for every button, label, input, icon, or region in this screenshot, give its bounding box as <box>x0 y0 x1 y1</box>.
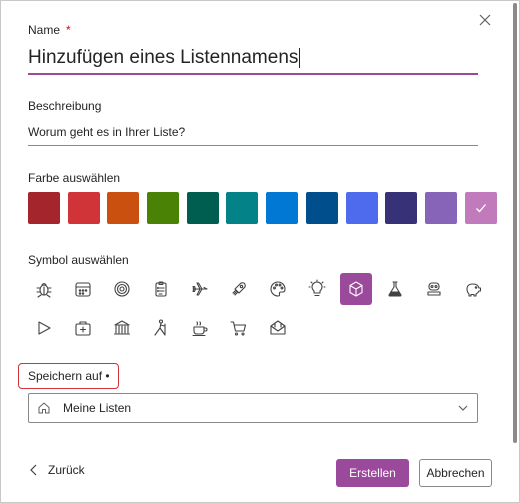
color-swatch-red[interactable] <box>67 192 100 224</box>
back-label: Zurück <box>48 463 85 477</box>
coffee-icon <box>192 321 208 337</box>
robot-icon <box>427 282 441 296</box>
color-swatch-indigo[interactable] <box>385 192 418 224</box>
color-label: Farbe auswählen <box>28 171 121 185</box>
color-swatch-blue[interactable] <box>266 192 299 224</box>
medical-kit-icon <box>75 321 91 336</box>
rocket-icon-option[interactable] <box>223 273 255 305</box>
flask-icon <box>388 281 402 297</box>
name-input[interactable]: Hinzufügen eines Listennamens <box>28 43 478 75</box>
lightbulb-icon-option[interactable] <box>301 273 333 305</box>
color-swatch-green[interactable] <box>147 192 180 224</box>
bug-icon-option[interactable] <box>28 273 60 305</box>
text-caret <box>299 48 301 68</box>
clipboard-icon <box>155 281 167 297</box>
create-button[interactable]: Erstellen <box>336 459 409 487</box>
bank-icon-option[interactable] <box>106 312 138 344</box>
color-swatch-dark-blue[interactable] <box>305 192 338 224</box>
icon-row-1 <box>28 273 508 305</box>
calendar-icon <box>75 282 91 297</box>
calendar-icon-option[interactable] <box>67 273 99 305</box>
play-icon <box>38 321 51 335</box>
lightbulb-icon <box>308 279 326 297</box>
palette-icon-option[interactable] <box>262 273 294 305</box>
flask-icon-option[interactable] <box>379 273 411 305</box>
create-list-dialog: Name * Hinzufügen eines Listennamens Besc… <box>0 0 520 503</box>
target-icon-option[interactable] <box>106 273 138 305</box>
description-label: Beschreibung <box>28 99 102 113</box>
description-placeholder: Worum geht es in Ihrer Liste? <box>28 125 186 139</box>
hiking-icon <box>154 319 166 336</box>
scrollbar[interactable] <box>513 3 517 443</box>
clipboard-icon-option[interactable] <box>145 273 177 305</box>
name-input-value: Hinzufügen eines Listennamens <box>28 47 299 68</box>
chevron-left-icon <box>30 464 37 476</box>
chevron-down-icon <box>458 405 468 411</box>
piggy-bank-icon <box>466 283 482 297</box>
save-to-label: Speichern auf • <box>28 369 110 383</box>
save-to-value: Meine Listen <box>63 401 132 415</box>
home-icon <box>38 402 50 414</box>
bank-icon <box>113 320 131 335</box>
cube-icon <box>349 281 363 297</box>
cart-icon-option[interactable] <box>223 312 255 344</box>
color-swatch-purple[interactable] <box>424 192 457 224</box>
cart-icon <box>230 321 247 336</box>
cube-icon-option[interactable] <box>340 273 372 305</box>
medical-kit-icon-option[interactable] <box>67 312 99 344</box>
coffee-icon-option[interactable] <box>184 312 216 344</box>
robot-icon-option[interactable] <box>418 273 450 305</box>
icon-label: Symbol auswählen <box>28 253 129 267</box>
mail-icon <box>270 320 286 335</box>
required-marker: * <box>66 23 71 37</box>
checkmark-icon <box>475 204 486 213</box>
back-button[interactable]: Zurück <box>28 463 85 477</box>
color-swatch-periwinkle[interactable] <box>345 192 378 224</box>
play-icon-option[interactable] <box>28 312 60 344</box>
bug-icon <box>36 282 52 298</box>
hiking-icon-option[interactable] <box>145 312 177 344</box>
description-input[interactable]: Worum geht es in Ihrer Liste? <box>28 119 478 146</box>
mail-icon-option[interactable] <box>262 312 294 344</box>
color-swatch-dark-teal[interactable] <box>186 192 219 224</box>
close-icon <box>479 14 491 26</box>
palette-icon <box>270 281 286 297</box>
target-icon <box>114 281 130 297</box>
color-swatch-orange[interactable] <box>107 192 140 224</box>
rocket-icon <box>232 282 246 296</box>
color-picker <box>28 192 497 224</box>
airplane-icon <box>192 282 208 296</box>
color-swatch-teal[interactable] <box>226 192 259 224</box>
save-to-dropdown[interactable]: Meine Listen <box>28 393 478 423</box>
color-swatch-dark-red[interactable] <box>28 192 60 224</box>
icon-picker <box>28 273 508 351</box>
color-swatch-orchid[interactable] <box>464 192 497 224</box>
airplane-icon-option[interactable] <box>184 273 216 305</box>
piggy-bank-icon-option[interactable] <box>457 273 489 305</box>
cancel-button[interactable]: Abbrechen <box>419 459 492 487</box>
close-button[interactable] <box>474 9 496 31</box>
icon-row-2 <box>28 312 508 344</box>
name-label: Name * <box>28 23 71 37</box>
